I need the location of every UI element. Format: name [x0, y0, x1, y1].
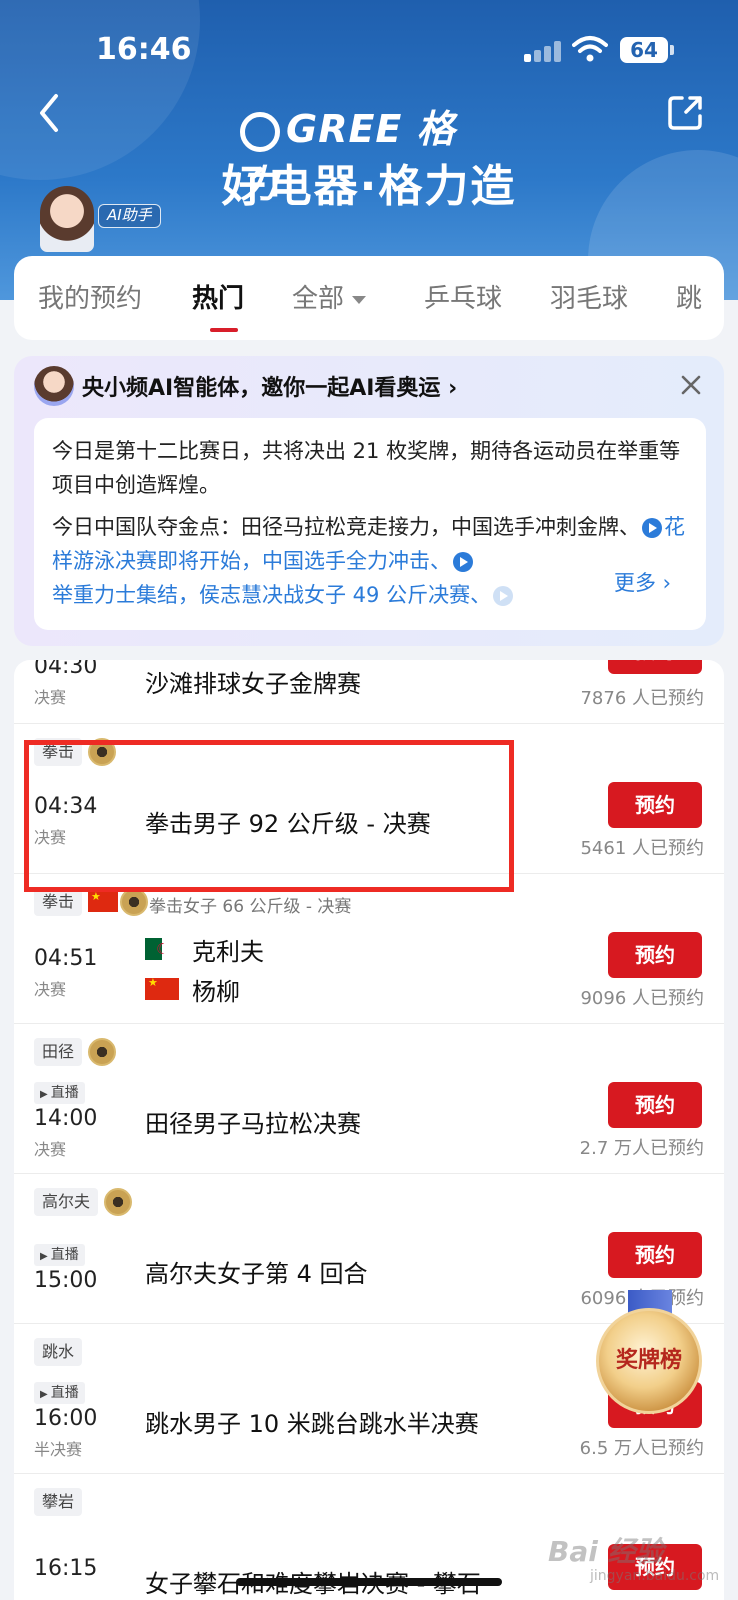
wifi-icon: [572, 36, 608, 62]
reserve-button[interactable]: 预约: [608, 660, 702, 674]
china-flag-icon: [145, 976, 179, 1000]
sport-tag: 田径: [34, 1038, 83, 1066]
cellular-signal-icon: [524, 40, 564, 62]
ai-assistant-badge[interactable]: AI助手: [98, 204, 161, 228]
tab-badminton[interactable]: 羽毛球: [550, 278, 628, 315]
category-tabs: 我的预约 热门 全部 乒乓球 羽毛球 跳: [14, 256, 724, 340]
schedule-row[interactable]: 高尔夫 直播 15:00 高尔夫女子第 4 回合 预约 6096 人已预约: [14, 1174, 724, 1324]
reservation-count: 2.7 万人已预约: [579, 1138, 704, 1159]
ai-agent-avatar: [34, 366, 74, 406]
reservation-count: 5461 人已预约: [580, 838, 704, 859]
annotation-highlight-box: [24, 740, 514, 892]
ai-card-paragraph: 今日是第十二比赛日，共将决出 21 枚奖牌，期待各运动员在举重等项目中创造辉煌。: [52, 439, 681, 497]
active-tab-indicator: [210, 328, 238, 332]
status-time: 16:46: [96, 32, 192, 67]
event-time: 16:00: [34, 1406, 98, 1431]
event-subtitle: 拳击女子 66 公斤级 - 决赛: [149, 897, 352, 917]
event-time: 04:51: [34, 946, 98, 971]
reserve-button[interactable]: 预约: [608, 932, 702, 978]
reservation-count: 6.5 万人已预约: [579, 1438, 704, 1459]
share-icon[interactable]: [666, 92, 706, 132]
reserve-button[interactable]: 预约: [608, 1232, 702, 1278]
event-title: 跳水男子 10 米跳台跳水半决赛: [145, 1410, 479, 1438]
event-time: 15:00: [34, 1268, 98, 1293]
event-stage: 半决赛: [34, 1440, 83, 1459]
event-time: 04:30: [34, 660, 98, 679]
medal-icon: [88, 1038, 116, 1066]
close-icon[interactable]: [680, 374, 702, 396]
reservation-count: 7876 人已预约: [580, 688, 704, 709]
china-flag-icon: [88, 890, 118, 912]
gree-logo: GREE 格力: [240, 107, 456, 206]
event-title: 高尔夫女子第 4 回合: [145, 1260, 368, 1288]
event-time: 16:15: [34, 1556, 98, 1581]
sport-tag: 高尔夫: [34, 1188, 99, 1216]
play-icon: [642, 518, 662, 538]
watermark: Bai 经验: [548, 1535, 664, 1568]
caret-down-icon: [352, 295, 367, 304]
event-stage: 决赛: [34, 980, 67, 999]
gree-logo-icon: [240, 111, 280, 152]
play-icon: [493, 586, 514, 606]
live-badge: 直播: [34, 1382, 85, 1404]
reserve-button[interactable]: 预约: [608, 1082, 702, 1128]
medal-icon: [104, 1188, 132, 1216]
player-name: 克利夫: [192, 938, 264, 966]
event-title: 田径男子马拉松决赛: [145, 1110, 361, 1138]
watermark-url: jingyan.baidu.com: [590, 1568, 720, 1584]
live-badge: 直播: [34, 1082, 85, 1104]
status-bar: 16:46 64: [0, 28, 738, 72]
header-banner: 16:46 64 GREE 格力 好电器·格力造 AI助手: [0, 0, 738, 300]
tab-diving-partial[interactable]: 跳: [676, 278, 702, 315]
highlight-link[interactable]: 举重力士集结，侯志慧决战女子 49 公斤决赛、: [52, 583, 491, 607]
schedule-row[interactable]: 04:30 决赛 沙滩排球女子金牌赛 预约 7876 人已预约: [14, 660, 724, 724]
tab-all[interactable]: 全部: [292, 278, 367, 315]
play-icon: [453, 552, 473, 572]
ai-card-paragraph: 今日中国队夺金点：田径马拉松竞走接力，中国选手冲刺金牌、 花样游泳决赛即将开始，中…: [52, 515, 685, 607]
live-badge: 直播: [34, 1244, 85, 1266]
sport-tag: 攀岩: [34, 1488, 83, 1516]
tab-my-reservations[interactable]: 我的预约: [38, 278, 142, 315]
event-title: 沙滩排球女子金牌赛: [145, 670, 361, 698]
event-time: 14:00: [34, 1106, 98, 1131]
battery-icon: 64: [620, 37, 668, 63]
ai-card-body: 今日是第十二比赛日，共将决出 21 枚奖牌，期待各运动员在举重等项目中创造辉煌。…: [34, 418, 706, 630]
battery-tip: [670, 45, 674, 55]
medal-board-button[interactable]: 奖牌榜: [596, 1308, 702, 1414]
schedule-row[interactable]: 拳击 拳击女子 66 公斤级 - 决赛 04:51 决赛 克利夫 杨柳 预约 9…: [14, 874, 724, 1024]
tab-table-tennis[interactable]: 乒乓球: [424, 278, 502, 315]
more-link[interactable]: 更多 ›: [614, 566, 671, 600]
medal-icon: [120, 888, 148, 916]
event-stage: 决赛: [34, 688, 67, 707]
reservation-count: 9096 人已预约: [580, 988, 704, 1009]
ai-summary-card: 央小频AI智能体，邀你一起AI看奥运 › 今日是第十二比赛日，共将决出 21 枚…: [14, 356, 724, 646]
sport-tag: 拳击: [34, 888, 83, 916]
schedule-row[interactable]: 田径 直播 14:00 决赛 田径男子马拉松决赛 预约 2.7 万人已预约: [14, 1024, 724, 1174]
home-indicator[interactable]: [236, 1578, 502, 1586]
reserve-button[interactable]: 预约: [608, 782, 702, 828]
sport-tag: 跳水: [34, 1338, 83, 1366]
tab-hot[interactable]: 热门: [192, 278, 244, 315]
ai-assistant-avatar[interactable]: [40, 186, 94, 252]
algeria-flag-icon: [145, 938, 179, 960]
ai-card-title[interactable]: 央小频AI智能体，邀你一起AI看奥运 ›: [82, 370, 457, 402]
player-name: 杨柳: [192, 978, 240, 1006]
event-stage: 决赛: [34, 1140, 67, 1159]
back-arrow-icon[interactable]: [34, 92, 64, 134]
